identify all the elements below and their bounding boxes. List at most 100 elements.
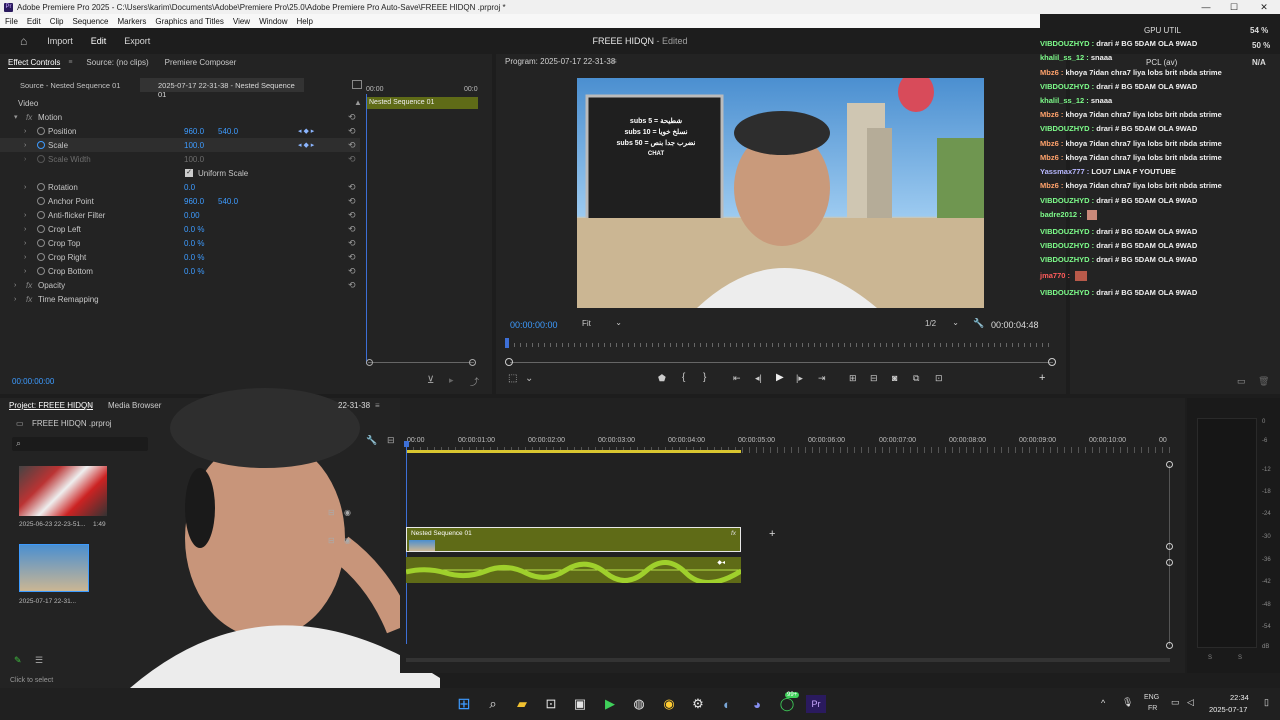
windows-start-icon[interactable]: ⊞: [454, 693, 474, 715]
timeline-seq-tab[interactable]: 22-31-38: [338, 401, 370, 410]
add-marker-icon[interactable]: ⬟: [658, 373, 666, 384]
program-playhead[interactable]: [505, 338, 509, 348]
program-timecode[interactable]: 00:00:00:00: [510, 320, 558, 330]
uniform-scale-row[interactable]: ✓ Uniform Scale: [0, 166, 360, 180]
collapse-icon[interactable]: ▲: [354, 98, 362, 107]
sequence-label[interactable]: 2025-07-17 22-31-38 - Nested Sequence 01: [140, 78, 304, 99]
menu-clip[interactable]: Clip: [50, 17, 64, 26]
menu-file[interactable]: File: [5, 17, 18, 26]
ec-scroll-handle-right[interactable]: [469, 359, 476, 366]
project-item-2-name[interactable]: 2025-07-17 22-31...: [19, 598, 76, 605]
menu-help[interactable]: Help: [297, 17, 313, 26]
solo-right[interactable]: S: [1238, 655, 1242, 661]
audio-clip[interactable]: ◆◂: [405, 557, 743, 585]
crop-top-row[interactable]: › Crop Top 0.0 % ⟲: [0, 236, 360, 250]
camera-icon[interactable]: ◙: [892, 373, 897, 383]
program-video-frame[interactable]: subs 5 = شطيحة subs 10 = نسلخ خويا subs …: [577, 78, 984, 308]
project-item-1-name[interactable]: 2025-06-23 22-23-51...: [19, 521, 86, 528]
ec-timecode[interactable]: 00:00:00:00: [12, 377, 54, 386]
notifications-icon[interactable]: ▯: [1264, 697, 1269, 708]
wrench-icon[interactable]: 🔧: [366, 435, 377, 446]
clock-date[interactable]: 2025-07-17: [1209, 705, 1247, 714]
program-zoom-handle-right[interactable]: [1048, 358, 1056, 366]
step-back-icon[interactable]: ◂|: [755, 373, 762, 384]
fit-dropdown[interactable]: Fit ⌄: [578, 317, 626, 331]
export-tab[interactable]: Export: [124, 36, 150, 46]
settings-icon[interactable]: ⊡: [935, 373, 943, 384]
go-to-out-icon[interactable]: ⇥: [818, 373, 826, 384]
tab-project[interactable]: Project: FREEE HIDQN: [9, 401, 93, 410]
project-search-input[interactable]: ⌕: [12, 437, 148, 451]
timeline-menu-icon[interactable]: ≡: [375, 401, 380, 410]
edit-tab[interactable]: Edit: [91, 36, 107, 46]
track-sync-icon[interactable]: ⊟: [328, 508, 335, 517]
vscroll-handle[interactable]: [1166, 461, 1173, 468]
menu-window[interactable]: Window: [259, 17, 287, 26]
panel-menu-icon[interactable]: ≡: [68, 59, 72, 66]
clock-time[interactable]: 22:34: [1230, 693, 1249, 702]
wrench-icon[interactable]: 🔧: [973, 318, 984, 329]
lift-icon[interactable]: ⊞: [849, 373, 857, 384]
add-button-icon[interactable]: +: [1039, 372, 1045, 384]
export-icon[interactable]: ⤴: [470, 375, 479, 388]
premiere-icon[interactable]: Pr: [806, 695, 826, 713]
vscroll-handle[interactable]: [1166, 559, 1173, 566]
program-ruler[interactable]: [508, 343, 1053, 347]
go-to-in-icon[interactable]: ⇤: [733, 373, 741, 384]
time-remap-row[interactable]: › fx Time Remapping: [0, 292, 360, 306]
comparison-icon[interactable]: ⧉: [913, 373, 919, 384]
flicker-row[interactable]: › Anti-flicker Filter 0.00 ⟲: [0, 208, 360, 222]
project-thumb-1[interactable]: [19, 466, 107, 516]
network-icon[interactable]: ▭: [1171, 697, 1180, 708]
menu-graphics[interactable]: Graphics and Titles: [155, 17, 223, 26]
crop-bottom-row[interactable]: › Crop Bottom 0.0 % ⟲: [0, 264, 360, 278]
mic-icon[interactable]: 🎙: [1122, 697, 1133, 708]
rotation-row[interactable]: › Rotation 0.0 ⟲: [0, 180, 360, 194]
motion-row[interactable]: ▾ fx Motion ⟲: [0, 110, 360, 124]
safe-margins-icon[interactable]: ⬚: [508, 373, 517, 384]
project-thumb-2[interactable]: [19, 544, 89, 592]
lang-primary[interactable]: ENG: [1144, 694, 1159, 701]
menu-sequence[interactable]: Sequence: [72, 17, 108, 26]
program-zoom-handle-left[interactable]: [505, 358, 513, 366]
mark-out-icon[interactable]: }: [703, 372, 706, 383]
track-sync-icon[interactable]: ⊟: [328, 536, 335, 545]
settings-icon[interactable]: ⚙: [688, 693, 708, 715]
scale-row[interactable]: › Scale 100.0 ◂ ◆ ▸ ⟲: [0, 138, 360, 152]
video-clip[interactable]: Nested Sequence 01 fx: [406, 527, 741, 552]
list-view-icon[interactable]: ☰: [35, 655, 43, 666]
program-title[interactable]: Program: 2025-07-17 22-31-38: [505, 57, 615, 66]
vscroll-handle[interactable]: [1166, 642, 1173, 649]
solo-left[interactable]: S: [1208, 655, 1212, 661]
discord-icon[interactable]: ◕: [747, 693, 767, 715]
captions-icon[interactable]: ⊟: [387, 435, 395, 446]
search-icon[interactable]: ⌕: [483, 693, 503, 715]
extract-icon[interactable]: ⊟: [870, 373, 878, 384]
menu-view[interactable]: View: [233, 17, 250, 26]
step-forward-icon[interactable]: |▸: [796, 373, 803, 384]
crop-left-row[interactable]: › Crop Left 0.0 % ⟲: [0, 222, 360, 236]
timeline-hscroll[interactable]: [406, 658, 1170, 662]
import-tab[interactable]: Import: [47, 36, 73, 46]
resolution-dropdown[interactable]: 1/2 ⌄: [921, 317, 963, 331]
tab-effect-controls[interactable]: Effect Controls: [0, 58, 68, 67]
program-zoom-bar[interactable]: [510, 362, 1053, 363]
terminal-icon[interactable]: ▣: [570, 693, 590, 715]
playhead-handle[interactable]: [404, 441, 409, 447]
chevron-down-icon[interactable]: ⌄: [525, 373, 533, 384]
eye-icon[interactable]: ◉: [344, 536, 351, 545]
trash-icon[interactable]: 🗑: [1258, 376, 1269, 387]
tab-premiere-composer[interactable]: Premiere Composer: [157, 58, 245, 67]
panel-toggle-icon[interactable]: [352, 80, 362, 89]
play-icon[interactable]: ▶: [776, 372, 784, 383]
opacity-row[interactable]: › fx Opacity ⟲: [0, 278, 360, 292]
project-menu-icon[interactable]: ≡: [87, 401, 92, 410]
timeline-vscroll[interactable]: [1169, 465, 1170, 645]
vscroll-handle[interactable]: [1166, 543, 1173, 550]
menu-edit[interactable]: Edit: [27, 17, 41, 26]
menu-markers[interactable]: Markers: [118, 17, 147, 26]
obs-icon[interactable]: ◍: [629, 693, 649, 715]
source-label[interactable]: Source - Nested Sequence 01: [20, 81, 120, 90]
play-store-icon[interactable]: ▶: [600, 693, 620, 715]
ec-clip-bar[interactable]: Nested Sequence 01: [366, 97, 478, 109]
